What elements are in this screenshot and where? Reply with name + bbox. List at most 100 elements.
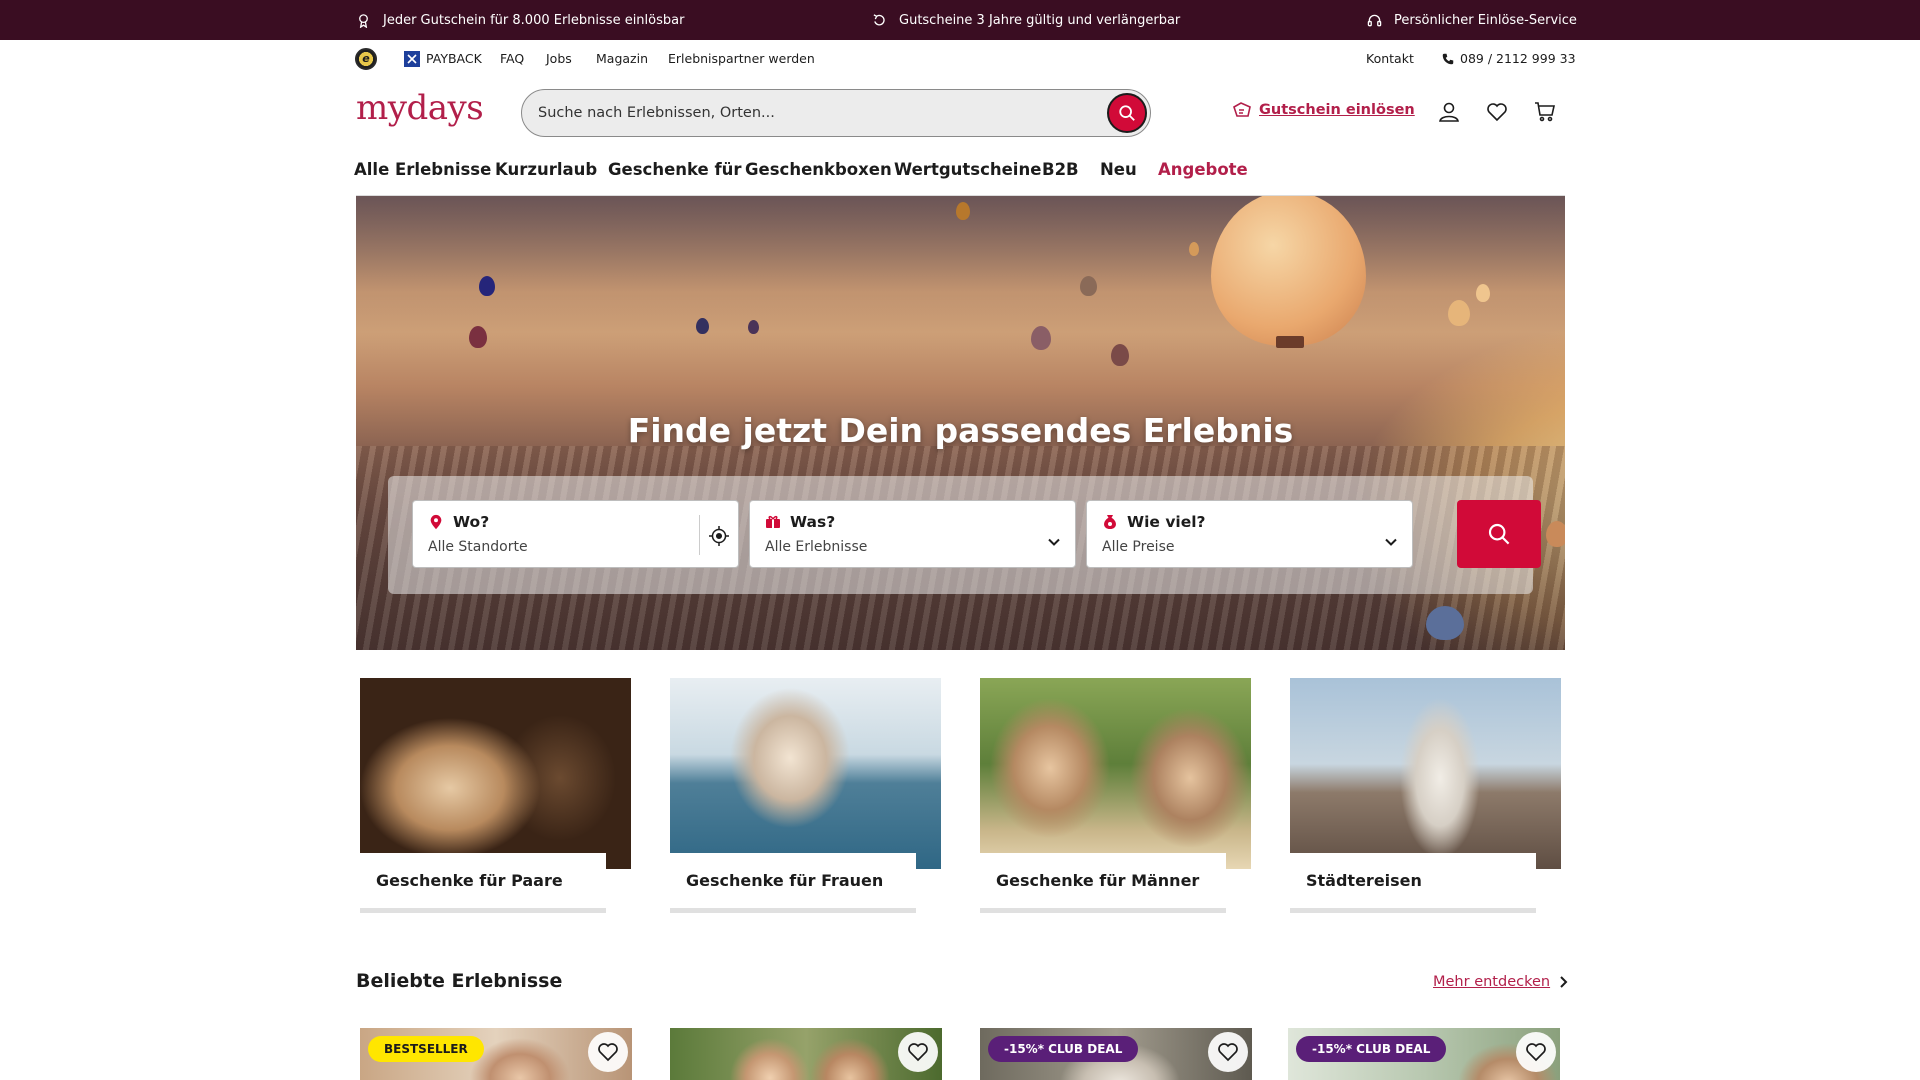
heart-icon (1218, 1043, 1238, 1062)
category-label-box: Städtereisen (1290, 853, 1536, 908)
jobs-link[interactable]: Jobs (546, 40, 572, 77)
site-logo[interactable]: mydays (356, 88, 484, 128)
category-underline (360, 908, 606, 913)
discover-more-label: Mehr entdecken (1433, 974, 1551, 990)
category-label-box: Geschenke für Frauen (670, 853, 916, 908)
category-image-men (980, 678, 1251, 869)
balloon-image (1448, 300, 1470, 326)
promo-text: Persönlicher Einlöse-Service (1394, 12, 1577, 28)
promo-text: Jeder Gutschein für 8.000 Erlebnisse ein… (383, 12, 685, 28)
category-image-women (670, 678, 941, 869)
category-label-box: Geschenke für Paare (360, 853, 606, 908)
nav-kurzurlaub[interactable]: Kurzurlaub (495, 160, 597, 179)
nav-geschenke-fuer[interactable]: Geschenke für (608, 160, 742, 179)
category-underline (980, 908, 1226, 913)
heart-icon (908, 1043, 928, 1062)
partner-label: Erlebnispartner werden (668, 51, 815, 66)
favorite-button[interactable] (588, 1032, 628, 1072)
price-field[interactable]: Wie viel? Alle Preise (1086, 500, 1413, 568)
nav-neu[interactable]: Neu (1100, 160, 1137, 179)
bestseller-badge: BESTSELLER (368, 1036, 484, 1062)
contact-label: Kontakt (1366, 51, 1414, 66)
chevron-down-icon (1048, 538, 1060, 546)
heart-icon (1526, 1043, 1546, 1062)
balloon-image (1276, 336, 1304, 348)
search-bar (521, 89, 1151, 137)
ekomi-seal-icon: e (355, 47, 377, 70)
locate-me-icon[interactable] (708, 525, 730, 547)
favorite-button[interactable] (1208, 1032, 1248, 1072)
magazin-link[interactable]: Magazin (596, 40, 648, 77)
favorite-button[interactable] (1516, 1032, 1556, 1072)
product-card[interactable]: -15%* CLUB DEAL (1288, 1028, 1560, 1080)
partner-link[interactable]: Erlebnispartner werden (668, 40, 815, 77)
category-card[interactable]: Geschenke für Männer (980, 678, 1251, 913)
nav-alle-erlebnisse[interactable]: Alle Erlebnisse (354, 160, 491, 179)
category-card[interactable]: Städtereisen (1290, 678, 1561, 913)
category-label: Städtereisen (1306, 871, 1422, 890)
search-icon (1119, 105, 1135, 121)
location-pin-icon (427, 513, 445, 531)
what-label: Was? (790, 513, 836, 531)
hero-title: Finde jetzt Dein passendes Erlebnis (627, 411, 1294, 450)
magazin-label: Magazin (596, 51, 648, 66)
phone-link[interactable]: 089 / 2112 999 33 (1442, 40, 1576, 77)
product-card[interactable]: -15%* CLUB DEAL (980, 1028, 1252, 1080)
balloon-image (956, 202, 970, 220)
headset-icon (1367, 14, 1382, 26)
utility-bar: e PAYBACK FAQ Jobs Magazin Erlebnispartn… (0, 40, 1920, 77)
what-field[interactable]: Was? Alle Erlebnisse (749, 500, 1076, 568)
faq-link[interactable]: FAQ (500, 40, 524, 77)
wishlist-button[interactable] (1485, 100, 1509, 124)
gift-icon (359, 13, 368, 28)
cart-button[interactable] (1533, 100, 1557, 124)
redeem-voucher-link[interactable]: Gutschein einlösen (1232, 101, 1415, 119)
product-card[interactable] (670, 1028, 942, 1080)
promo-bar: Jeder Gutschein für 8.000 Erlebnisse ein… (0, 0, 1920, 40)
search-button[interactable] (1107, 93, 1147, 133)
nav-b2b[interactable]: B2B (1042, 160, 1079, 179)
refresh-icon (873, 13, 885, 25)
promo-text: Gutscheine 3 Jahre gültig und verlängerb… (899, 12, 1181, 28)
product-card[interactable]: BESTSELLER (360, 1028, 632, 1080)
category-card[interactable]: Geschenke für Frauen (670, 678, 941, 913)
chevron-down-icon (1385, 538, 1397, 546)
search-input[interactable] (538, 90, 1058, 136)
nav-angebote[interactable]: Angebote (1158, 160, 1248, 179)
balloon-image (1476, 284, 1490, 302)
heart-icon (598, 1043, 618, 1062)
nav-geschenkboxen[interactable]: Geschenkboxen (745, 160, 892, 179)
balloon-image (1546, 521, 1565, 547)
finder-search-button[interactable] (1457, 500, 1541, 568)
balloon-image (696, 318, 709, 334)
discover-more-link[interactable]: Mehr entdecken (1433, 974, 1568, 990)
category-card[interactable]: Geschenke für Paare (360, 678, 631, 913)
promo-item: Gutscheine 3 Jahre gültig und verlängerb… (872, 0, 1180, 40)
chevron-right-icon (1560, 976, 1568, 988)
price-value: Alle Preise (1102, 539, 1175, 555)
category-label-box: Geschenke für Männer (980, 853, 1226, 908)
contact-link[interactable]: Kontakt (1366, 40, 1414, 77)
gift-box-icon (764, 513, 782, 531)
account-button[interactable] (1437, 100, 1461, 124)
balloon-image (469, 326, 487, 348)
favorite-button[interactable] (898, 1032, 938, 1072)
balloon-image (748, 320, 759, 334)
phone-icon (1442, 53, 1454, 64)
category-image-city-trips (1290, 678, 1561, 869)
section-title: Beliebte Erlebnisse (356, 970, 563, 992)
category-underline (670, 908, 916, 913)
ekomi-badge[interactable]: e (355, 40, 377, 77)
club-deal-badge: -15%* CLUB DEAL (988, 1036, 1139, 1062)
balloon-image (1426, 606, 1464, 640)
where-field[interactable]: Wo? Alle Standorte (412, 500, 739, 568)
category-label: Geschenke für Frauen (686, 871, 884, 890)
redeem-label: Gutschein einlösen (1259, 102, 1415, 118)
balloon-image (1111, 344, 1129, 366)
voucher-icon (1233, 102, 1251, 117)
balloon-image (1211, 196, 1366, 346)
payback-link[interactable]: PAYBACK (404, 40, 482, 77)
experience-finder: Wo? Alle Standorte Was? Alle Erlebnisse … (388, 476, 1541, 594)
hero-banner: Finde jetzt Dein passendes Erlebnis Wo? … (356, 196, 1565, 650)
nav-wertgutscheine[interactable]: Wertgutscheine (894, 160, 1041, 179)
